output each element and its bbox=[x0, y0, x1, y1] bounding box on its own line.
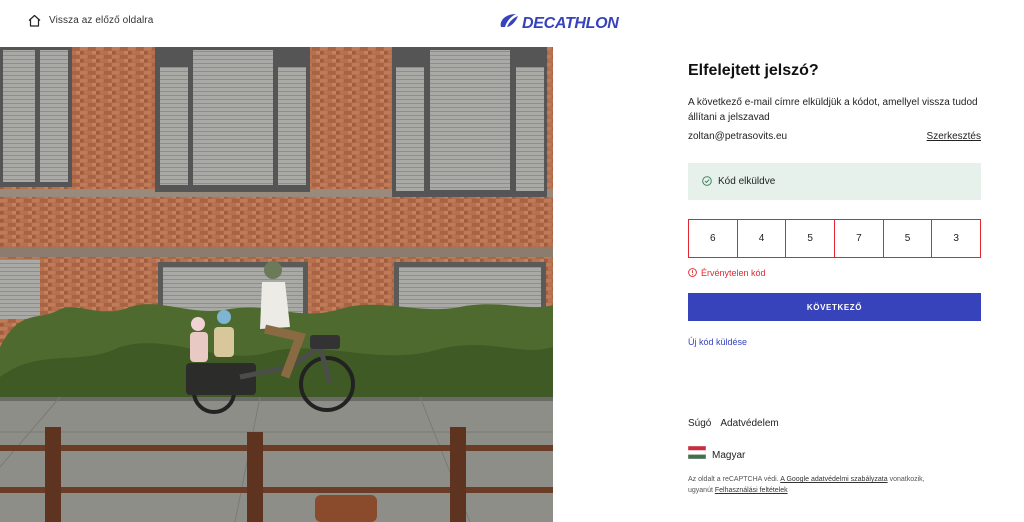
edit-email-link[interactable]: Szerkesztés bbox=[927, 131, 981, 142]
error-icon bbox=[688, 264, 697, 282]
back-link[interactable]: Vissza az előző oldalra bbox=[28, 14, 153, 27]
code-sent-text: Kód elküldve bbox=[718, 176, 776, 187]
back-link-label: Vissza az előző oldalra bbox=[49, 15, 154, 26]
language-selector[interactable]: Magyar bbox=[687, 445, 746, 464]
page-title: Elfelejtett jelszó? bbox=[688, 62, 819, 79]
otp-digit-2[interactable]: 4 bbox=[738, 220, 787, 257]
logo-text: DECATHLON bbox=[522, 14, 619, 32]
terms-link[interactable]: Felhasználási feltételek bbox=[715, 487, 788, 494]
decathlon-logo[interactable]: DECATHLON bbox=[499, 12, 619, 35]
home-icon bbox=[28, 14, 41, 27]
logo-mark-icon bbox=[499, 12, 519, 35]
otp-digit-5[interactable]: 5 bbox=[884, 220, 933, 257]
otp-digit-1[interactable]: 6 bbox=[689, 220, 738, 257]
otp-digit-6[interactable]: 3 bbox=[932, 220, 980, 257]
recaptcha-middle: vonatkozik, bbox=[887, 476, 925, 483]
next-button[interactable]: KÖVETKEZŐ bbox=[688, 293, 981, 321]
hungary-flag-icon bbox=[687, 445, 707, 464]
footer-links: Súgó Adatvédelem bbox=[688, 418, 779, 429]
check-circle-icon bbox=[702, 173, 712, 191]
otp-digit-3[interactable]: 5 bbox=[786, 220, 836, 257]
description-text: A következő e-mail címre elküldjük a kód… bbox=[688, 97, 978, 123]
code-sent-banner: Kód elküldve bbox=[688, 163, 981, 200]
recaptcha-notice: Az oldalt a reCAPTCHA védi. A Google ada… bbox=[688, 474, 981, 496]
resend-code-link[interactable]: Új kód küldése bbox=[688, 337, 747, 347]
error-message: Érvénytelen kód bbox=[688, 264, 766, 282]
hero-photo bbox=[0, 47, 553, 522]
otp-digit-4[interactable]: 7 bbox=[835, 220, 884, 257]
google-privacy-link[interactable]: A Google adatvédelmi szabályzata bbox=[780, 476, 887, 483]
help-link[interactable]: Súgó bbox=[688, 418, 711, 429]
recaptcha-line2-prefix: ugyanút bbox=[688, 487, 715, 494]
otp-input-group: 6 4 5 7 5 3 bbox=[688, 219, 981, 258]
email-display: zoltan@petrasovits.eu bbox=[688, 131, 788, 142]
language-label: Magyar bbox=[712, 449, 746, 461]
error-text: Érvénytelen kód bbox=[701, 268, 766, 278]
forgot-password-panel: Elfelejtett jelszó? A következő e-mail c… bbox=[687, 0, 981, 522]
recaptcha-prefix: Az oldalt a reCAPTCHA védi. bbox=[688, 476, 781, 483]
privacy-link[interactable]: Adatvédelem bbox=[720, 418, 778, 429]
